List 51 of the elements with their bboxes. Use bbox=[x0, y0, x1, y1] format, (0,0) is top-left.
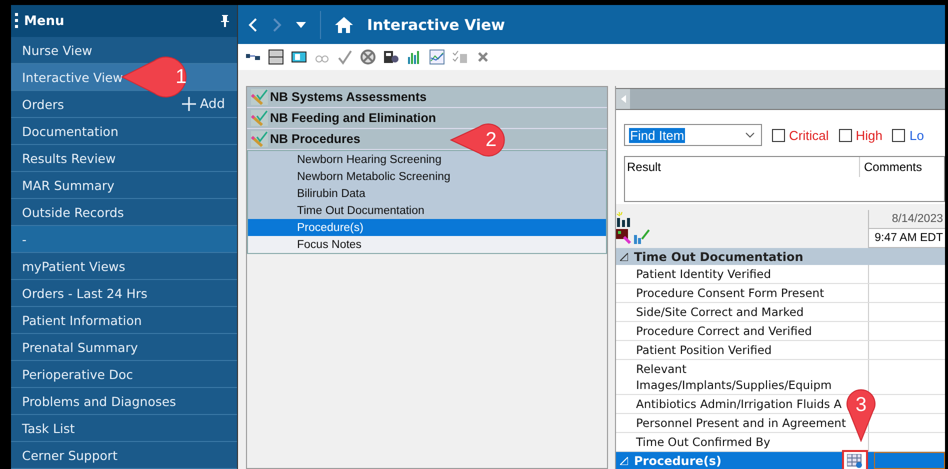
filter-label: Lo bbox=[909, 128, 924, 142]
pin-icon[interactable] bbox=[221, 15, 229, 27]
left-arrow-icon bbox=[620, 95, 626, 103]
filter-checkbox[interactable] bbox=[892, 128, 906, 142]
column-date: 8/14/2023 bbox=[869, 210, 945, 229]
cancel-icon[interactable] bbox=[359, 49, 377, 65]
section-title: NB Systems Assessments bbox=[270, 90, 427, 104]
view-title: Interactive View bbox=[367, 16, 506, 34]
back-icon[interactable] bbox=[248, 18, 258, 32]
section-item[interactable]: Newborn Metabolic Screening bbox=[248, 168, 606, 185]
home-icon[interactable] bbox=[335, 16, 353, 32]
drag-handle-icon[interactable] bbox=[15, 13, 18, 29]
grid-icon[interactable] bbox=[847, 454, 863, 468]
section-item[interactable]: Focus Notes bbox=[248, 236, 606, 253]
checklist-icon[interactable] bbox=[451, 49, 469, 65]
pencil-check-icon bbox=[251, 110, 268, 126]
chevron-down-icon bbox=[745, 132, 755, 138]
section-band[interactable]: NB Systems Assessments bbox=[247, 87, 607, 108]
menu-title: Menu bbox=[24, 14, 66, 28]
plus-icon bbox=[182, 97, 196, 111]
line-chart-icon[interactable] bbox=[428, 49, 446, 65]
check-icon[interactable] bbox=[336, 49, 354, 65]
group-title: Time Out Documentation bbox=[634, 250, 804, 264]
column-header: Comments bbox=[863, 159, 924, 176]
section-item[interactable]: Procedure(s) bbox=[248, 219, 606, 236]
find-item-dropdown[interactable]: Find Item bbox=[624, 124, 762, 146]
filter-checkbox[interactable] bbox=[838, 128, 852, 142]
group-row[interactable]: Time Out Documentation bbox=[616, 248, 945, 265]
column-header: Result bbox=[625, 157, 860, 177]
section-title: NB Feeding and Elimination bbox=[270, 111, 436, 125]
split-view-icon[interactable] bbox=[267, 49, 285, 65]
section-item[interactable]: Bilirubin Data bbox=[248, 185, 606, 202]
pencil-check-icon bbox=[251, 131, 268, 147]
filter-label: High bbox=[856, 128, 882, 142]
device-icon[interactable] bbox=[382, 49, 400, 65]
chart-edit-icon[interactable] bbox=[616, 229, 650, 245]
section-item[interactable]: Newborn Hearing Screening bbox=[248, 151, 606, 168]
add-button[interactable]: Add bbox=[182, 96, 225, 112]
filter-checkbox[interactable] bbox=[772, 128, 785, 142]
filter-label: Critical bbox=[789, 128, 829, 142]
collapse-triangle-icon[interactable] bbox=[620, 252, 628, 260]
panel-icon[interactable] bbox=[290, 49, 308, 65]
pencil-check-icon bbox=[251, 89, 268, 105]
bar-chart-icon[interactable] bbox=[616, 212, 632, 228]
section-title: NB Procedures bbox=[270, 132, 360, 146]
dropdown-icon[interactable] bbox=[296, 22, 306, 28]
menu-item[interactable]: - bbox=[11, 226, 237, 253]
group-row[interactable]: Procedure(s) bbox=[616, 452, 945, 469]
section-band[interactable]: NB Feeding and Elimination bbox=[247, 108, 607, 129]
section-item[interactable]: Time Out Documentation bbox=[248, 202, 606, 219]
group-title: Procedure(s) bbox=[634, 454, 722, 468]
